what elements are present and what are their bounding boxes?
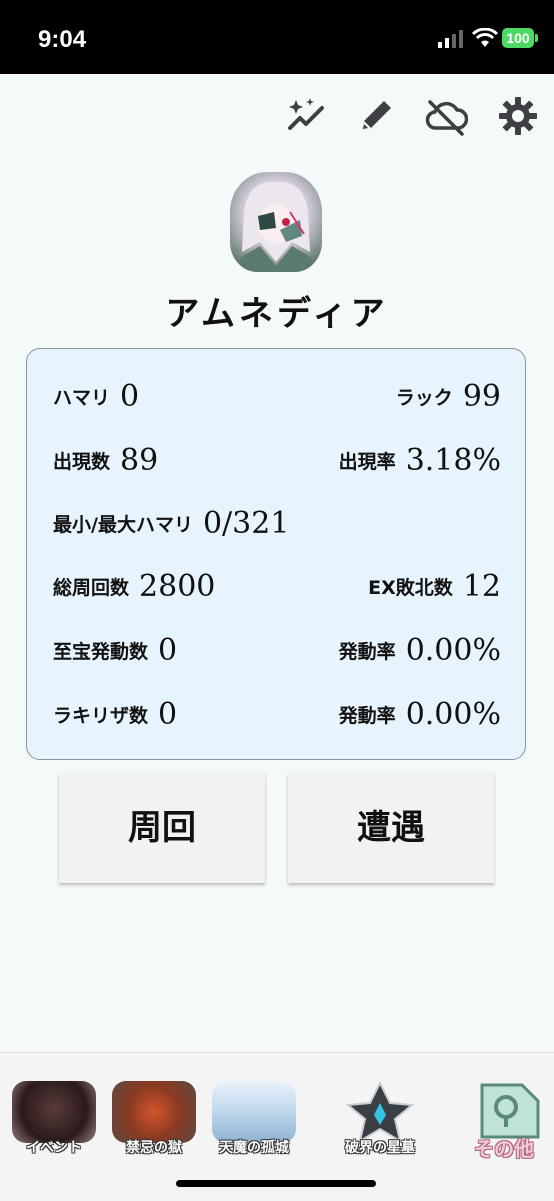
stat-value: 99 bbox=[462, 379, 501, 414]
character-avatar bbox=[230, 172, 322, 272]
stat-label: ラキリザ数 bbox=[53, 705, 149, 727]
cloud-off-icon bbox=[425, 100, 469, 136]
nav-item-star-tomb[interactable]: 破界の星墓 bbox=[330, 1077, 430, 1167]
stat-label: ハマリ bbox=[53, 387, 111, 409]
stat-appear-rate: 出現率 3.18% bbox=[339, 443, 501, 478]
gear-icon bbox=[499, 97, 537, 135]
stat-value: 0 bbox=[158, 633, 178, 668]
stat-label: ラック bbox=[395, 387, 453, 409]
stat-treasure-count: 至宝発動数 0 bbox=[53, 633, 177, 668]
nav-item-tenma-castle[interactable]: 天魔の孤城 bbox=[204, 1077, 304, 1167]
lap-button[interactable]: 周回 bbox=[59, 773, 265, 883]
nav-item-label: 天魔の孤城 bbox=[219, 1140, 289, 1156]
stat-treasure-rate: 発動率 0.00% bbox=[339, 633, 501, 668]
encounter-button[interactable]: 遭遇 bbox=[288, 773, 494, 883]
edit-button[interactable] bbox=[354, 94, 398, 138]
castle-icon bbox=[212, 1081, 296, 1143]
stats-card: ハマリ 0 ラック 99 出現数 89 出現率 3.18% 最小/最大ハマリ 0/321 … bbox=[26, 348, 526, 760]
stat-label: 至宝発動数 bbox=[53, 641, 149, 663]
stat-label: 最小/最大ハマリ bbox=[53, 514, 193, 536]
stat-value: 0.00% bbox=[405, 633, 501, 668]
signal-icon bbox=[438, 30, 463, 48]
home-indicator bbox=[176, 1180, 376, 1187]
stat-hamari: ハマリ 0 bbox=[53, 379, 139, 414]
stat-value: 89 bbox=[120, 443, 159, 478]
sparkle-trend-button[interactable] bbox=[284, 94, 328, 138]
stat-value: 2800 bbox=[139, 569, 216, 604]
stat-lucky-rate: 発動率 0.00% bbox=[339, 697, 501, 732]
stat-label: EX敗北数 bbox=[368, 577, 453, 599]
nav-item-label: その他 bbox=[474, 1137, 534, 1161]
nav-item-label: イベント bbox=[26, 1140, 82, 1156]
stat-lucky-count: ラキリザ数 0 bbox=[53, 697, 177, 732]
stat-label: 総周回数 bbox=[53, 577, 130, 599]
stat-value: 0 bbox=[158, 697, 178, 732]
stat-value: 0 bbox=[120, 379, 140, 414]
nav-item-label: 禁忌の獄 bbox=[126, 1140, 182, 1156]
stat-ex-defeat: EX敗北数 12 bbox=[368, 569, 501, 604]
stat-label: 発動率 bbox=[338, 705, 396, 727]
nav-item-event[interactable]: イベント bbox=[4, 1077, 104, 1167]
bottom-nav: イベント 禁忌の獄 天魔の孤城 破界の星墓 その他 bbox=[0, 1052, 554, 1201]
wifi-icon bbox=[472, 28, 498, 47]
status-bar: 9:04 100 bbox=[0, 0, 554, 74]
pencil-icon bbox=[362, 101, 391, 130]
stat-label: 発動率 bbox=[338, 641, 396, 663]
settings-button[interactable] bbox=[496, 94, 540, 138]
stat-value: 0.00% bbox=[405, 697, 501, 732]
sparkle-trend-icon bbox=[288, 98, 324, 130]
cloud-sync-button[interactable] bbox=[424, 94, 469, 138]
stat-minmax-hamari: 最小/最大ハマリ 0/321 bbox=[53, 506, 289, 541]
status-time: 9:04 bbox=[38, 26, 87, 53]
stat-label: 出現数 bbox=[53, 451, 111, 473]
event-icon bbox=[12, 1081, 96, 1143]
nav-item-forbidden-prison[interactable]: 禁忌の獄 bbox=[104, 1077, 204, 1167]
battery-tip bbox=[535, 34, 538, 42]
character-name: アムネディア bbox=[165, 294, 389, 334]
nav-item-label: 破界の星墓 bbox=[345, 1140, 415, 1156]
stat-value: 0/321 bbox=[202, 506, 290, 541]
stat-value: 3.18% bbox=[405, 443, 501, 478]
nav-item-other[interactable]: その他 bbox=[454, 1077, 554, 1167]
stat-label: 出現率 bbox=[338, 451, 396, 473]
star-tomb-icon bbox=[345, 1081, 415, 1143]
stat-total-laps: 総周回数 2800 bbox=[53, 569, 215, 604]
stat-appear-count: 出現数 89 bbox=[53, 443, 158, 478]
stat-value: 12 bbox=[462, 569, 501, 604]
battery-indicator: 100 bbox=[502, 28, 534, 48]
prison-icon bbox=[112, 1081, 196, 1143]
stat-luck: ラック 99 bbox=[396, 379, 501, 414]
